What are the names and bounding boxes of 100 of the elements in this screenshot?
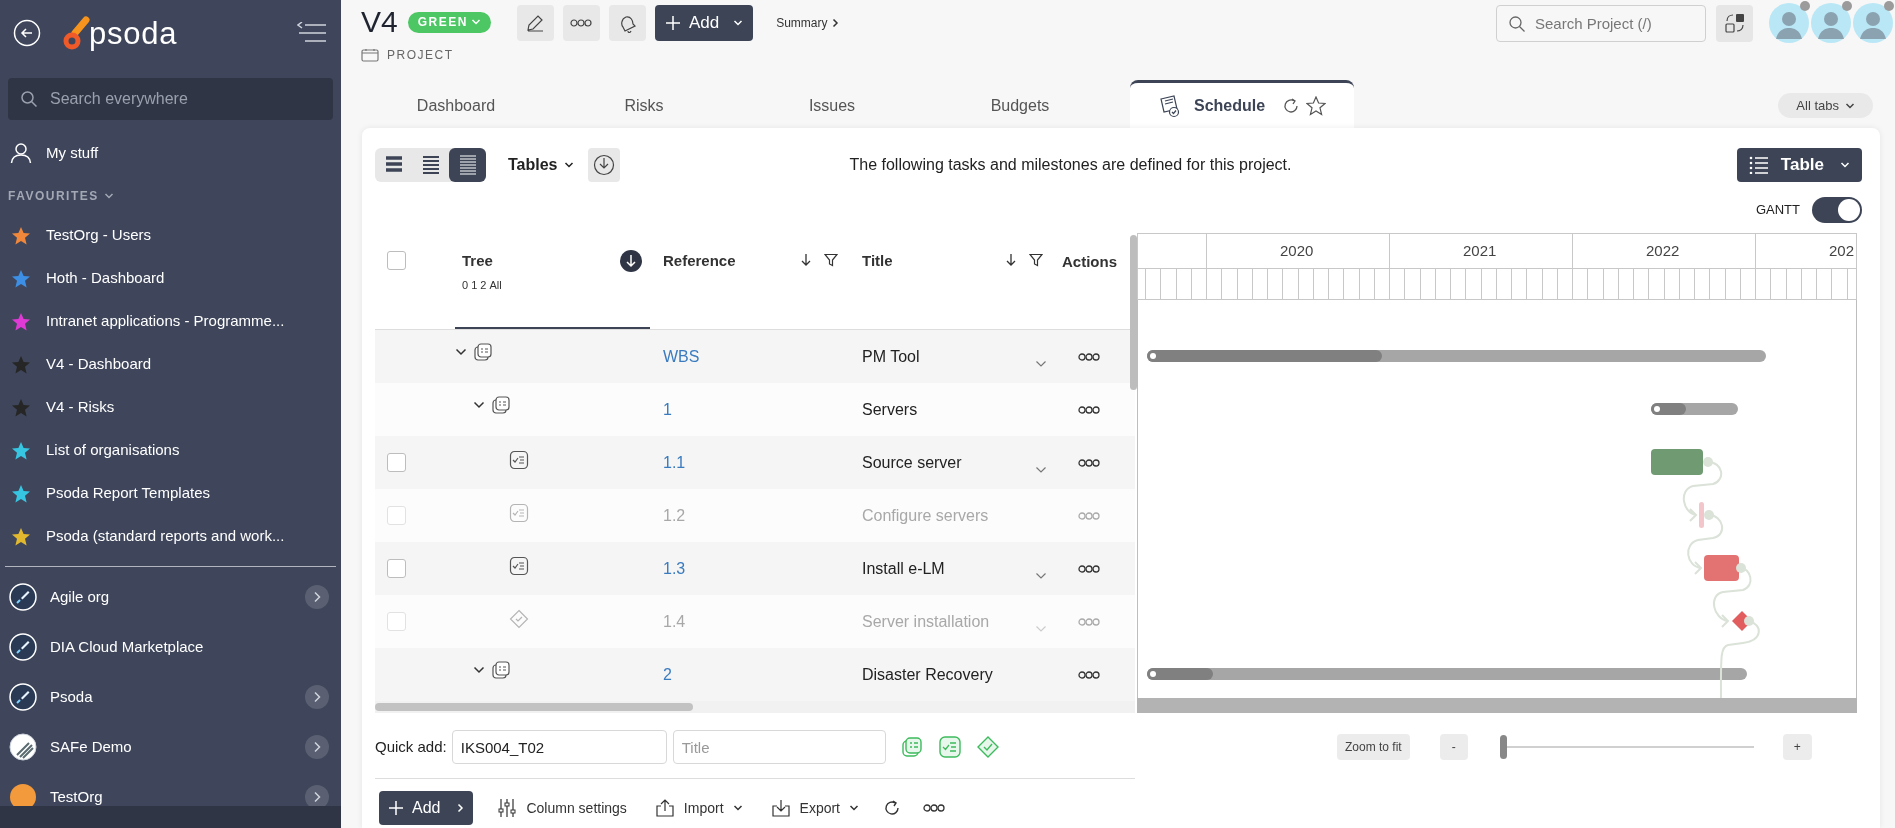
task-title: PM Tool — [862, 346, 920, 367]
my-stuff-link[interactable]: My stuff — [46, 141, 99, 165]
project-search-field[interactable]: Search Project (/) — [1496, 4, 1706, 42]
add-button[interactable]: Add — [654, 5, 754, 41]
favourite-link[interactable]: V4 - Risks — [46, 396, 115, 419]
row-checkbox[interactable] — [387, 453, 406, 472]
slider-thumb[interactable] — [1499, 735, 1507, 759]
column-header[interactable]: Reference — [663, 250, 736, 273]
project-type-label: PROJECT — [387, 47, 454, 64]
dependency-connector — [1682, 457, 1723, 522]
sorted-column-icon[interactable] — [620, 250, 642, 272]
chevron-down-icon[interactable] — [1035, 358, 1047, 369]
task-title: Source server — [862, 452, 962, 473]
chevron-down-icon[interactable] — [1035, 570, 1047, 581]
reference-link[interactable]: 1 — [663, 400, 672, 418]
tab[interactable]: Issues — [738, 83, 926, 128]
organisation-link[interactable]: DIA Cloud Marketplace — [50, 635, 204, 659]
user-icon — [10, 142, 32, 164]
more-icon[interactable] — [1078, 352, 1100, 361]
user-avatar[interactable] — [1769, 3, 1809, 43]
view-density-button[interactable] — [449, 148, 486, 182]
summary-bar[interactable] — [1651, 403, 1738, 415]
more-icon[interactable] — [1078, 564, 1100, 573]
star-outline-icon[interactable] — [1306, 95, 1326, 116]
more-icon[interactable] — [1078, 670, 1100, 679]
zoom-in-button[interactable]: + — [1782, 734, 1812, 760]
row-checkbox[interactable] — [387, 559, 406, 578]
chevron-down-icon — [473, 664, 485, 675]
organisation-link[interactable]: Agile org — [50, 585, 110, 609]
chevron-down-icon[interactable] — [1035, 464, 1047, 475]
search-field[interactable]: Search everywhere — [8, 78, 333, 120]
horizontal-scrollbar[interactable] — [375, 701, 1135, 713]
reference-link[interactable]: 1.3 — [663, 559, 686, 577]
gantt-toggle[interactable] — [1812, 197, 1862, 223]
tree-level-link[interactable]: 0 — [462, 276, 469, 293]
favourite-link[interactable]: Psoda (standard reports and work... — [46, 525, 285, 548]
tab[interactable]: Schedule — [1130, 80, 1354, 128]
zoom-slider[interactable] — [1499, 735, 1754, 759]
expand-icon[interactable] — [305, 735, 329, 759]
export-button[interactable]: Export — [770, 797, 859, 819]
user-avatar[interactable] — [1811, 3, 1851, 43]
favourite-link[interactable]: Intranet applications - Programme... — [46, 310, 285, 333]
organisation-link[interactable]: TestOrg — [50, 785, 103, 809]
zoom-out-button[interactable]: - — [1439, 734, 1468, 760]
refresh-icon[interactable] — [1282, 96, 1300, 115]
reference-link[interactable]: 2 — [663, 665, 672, 683]
more-button[interactable] — [562, 5, 600, 41]
organisation-link[interactable]: SAFe Demo — [50, 735, 132, 759]
more-icon[interactable] — [1078, 405, 1100, 414]
sort-icon[interactable] — [800, 253, 812, 267]
add-menu-button[interactable]: Add — [379, 791, 474, 825]
favourite-link[interactable]: TestOrg - Users — [46, 224, 151, 247]
column-header[interactable]: Tree — [462, 250, 502, 273]
tab[interactable]: Budgets — [926, 83, 1114, 128]
logo-text: psoda — [89, 17, 178, 49]
reference-link[interactable]: WBS — [663, 347, 700, 365]
import-button[interactable]: Import — [654, 797, 743, 819]
tables-dropdown[interactable]: Tables — [508, 153, 574, 177]
favourite-link[interactable]: V4 - Dashboard — [46, 353, 152, 376]
tree-level-link[interactable]: All — [489, 276, 502, 293]
title-input[interactable]: Title — [672, 730, 886, 764]
expand-icon[interactable] — [305, 685, 329, 709]
edit-button[interactable] — [516, 5, 554, 41]
download-button[interactable] — [587, 148, 620, 182]
tree-level-link[interactable]: 1 — [471, 276, 478, 293]
summary-link[interactable]: Summary — [776, 14, 840, 32]
filter-icon[interactable] — [824, 253, 838, 267]
reference-link[interactable]: 1.1 — [663, 453, 686, 471]
favourite-link[interactable]: Hoth - Dashboard — [46, 267, 165, 290]
gantt-scrollbar[interactable] — [1137, 698, 1857, 713]
more-icon[interactable] — [923, 804, 945, 812]
refresh-icon[interactable] — [883, 799, 901, 817]
tree-level-link[interactable]: 2 — [480, 276, 487, 293]
select-all-checkbox[interactable] — [387, 251, 406, 270]
tab[interactable]: Risks — [550, 83, 738, 128]
switch-icon — [1723, 12, 1746, 34]
organisation-link[interactable]: Psoda — [50, 685, 93, 709]
switch-button[interactable] — [1716, 4, 1753, 42]
column-header[interactable]: Title — [862, 250, 893, 273]
user-avatar[interactable] — [1853, 3, 1893, 43]
notifications-button[interactable] — [608, 5, 646, 41]
back-icon[interactable] — [13, 19, 41, 47]
more-icon[interactable] — [1078, 458, 1100, 467]
menu-icon[interactable] — [297, 22, 327, 44]
tab[interactable]: Dashboard — [362, 83, 550, 128]
quick-add-label: Quick add: — [375, 736, 447, 757]
sort-icon[interactable] — [1005, 253, 1017, 267]
chevron-right-icon — [456, 803, 465, 813]
vertical-scrollbar[interactable] — [1130, 235, 1137, 390]
reference-input[interactable]: IKS004_T02 — [451, 730, 667, 764]
task-title: Disaster Recovery — [862, 664, 993, 685]
all-tabs-button[interactable]: All tabs — [1778, 93, 1873, 118]
column-settings-button[interactable]: Column settings — [497, 797, 627, 819]
favourite-link[interactable]: Psoda Report Templates — [46, 482, 210, 505]
zoom-to-fit-button[interactable]: Zoom to fit — [1337, 734, 1410, 760]
table-view-button[interactable]: Table — [1736, 148, 1862, 182]
favourite-link[interactable]: List of organisations — [46, 439, 180, 462]
expand-icon[interactable] — [305, 585, 329, 609]
filter-icon[interactable] — [1029, 253, 1043, 267]
sliders-icon — [497, 798, 518, 818]
